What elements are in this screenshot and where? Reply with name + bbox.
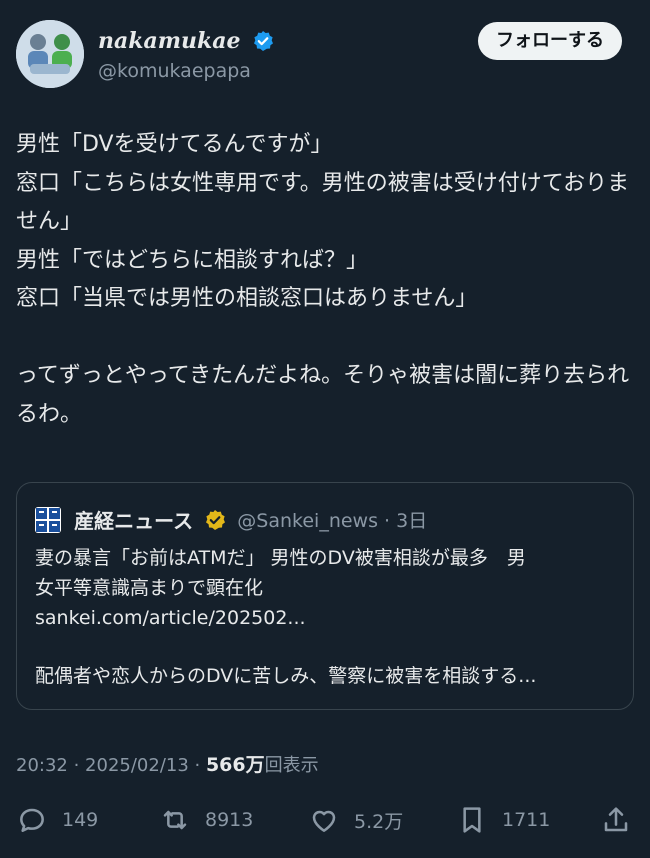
quote-link[interactable]: sankei.com/article/202502...: [35, 603, 615, 633]
quote-header: 産経ニュース @Sankei_news · 3日: [35, 505, 427, 533]
retweet-count: 8913: [205, 809, 254, 831]
heart-icon: [312, 810, 336, 832]
bookmark-button[interactable]: 1711: [456, 798, 550, 842]
quoted-tweet[interactable]: 産経ニュース @Sankei_news · 3日 妻の暴言「お前はATMだ」 男…: [16, 482, 634, 710]
tweet-timestamp[interactable]: 20:32 · 2025/02/13 ·: [16, 755, 206, 776]
avatar-icon: [16, 20, 84, 88]
author-block: nakamukae @komukaepapa: [98, 28, 274, 82]
tweet-header: nakamukae @komukaepapa フォローする: [16, 20, 622, 90]
quote-source-name: 産経ニュース: [74, 509, 194, 533]
quote-line-2: 女平等意識高まりで顕在化: [35, 577, 264, 599]
verified-org-badge-icon: [206, 509, 226, 530]
views-count: 566万: [205, 754, 265, 776]
author-handle[interactable]: @komukaepapa: [98, 60, 274, 82]
bookmark-count: 1711: [502, 809, 551, 831]
quote-line-3: 配偶者や恋人からのDVに苦しみ、警察に被害を相談する...: [35, 665, 537, 687]
reply-icon: [20, 808, 44, 832]
tweet-text: 男性「DVを受けてるんですが」 窓口「こちらは女性専用です。男性の被害は受け付け…: [16, 132, 630, 427]
views-label: 回表示: [264, 755, 319, 776]
sankei-logo-icon: [35, 506, 61, 533]
follow-button[interactable]: フォローする: [478, 22, 622, 60]
tweet-meta: 20:32 · 2025/02/13 · 566万回表示: [16, 750, 319, 777]
quote-handle-time: @Sankei_news · 3日: [237, 510, 428, 532]
share-icon: [604, 807, 628, 832]
like-count: 5.2万: [354, 810, 404, 833]
quote-body: 妻の暴言「お前はATMだ」 男性のDV被害相談が最多 男 女平等意識高まりで顕在…: [35, 543, 615, 691]
author-display-name[interactable]: nakamukae: [98, 28, 241, 54]
share-button[interactable]: [600, 798, 632, 842]
like-button[interactable]: 5.2万: [308, 798, 403, 842]
quote-spacer: [35, 633, 615, 661]
bookmark-icon: [463, 807, 481, 833]
verified-badge-icon: [253, 31, 273, 51]
reply-count: 149: [62, 809, 99, 831]
quote-line-1: 妻の暴言「お前はATMだ」 男性のDV被害相談が最多 男: [35, 547, 526, 569]
retweet-icon: [163, 810, 187, 830]
avatar[interactable]: [16, 20, 84, 88]
retweet-button[interactable]: 8913: [159, 798, 253, 842]
action-bar: 149 8913 5.2万 1711: [16, 798, 634, 842]
reply-button[interactable]: 149: [16, 798, 98, 842]
